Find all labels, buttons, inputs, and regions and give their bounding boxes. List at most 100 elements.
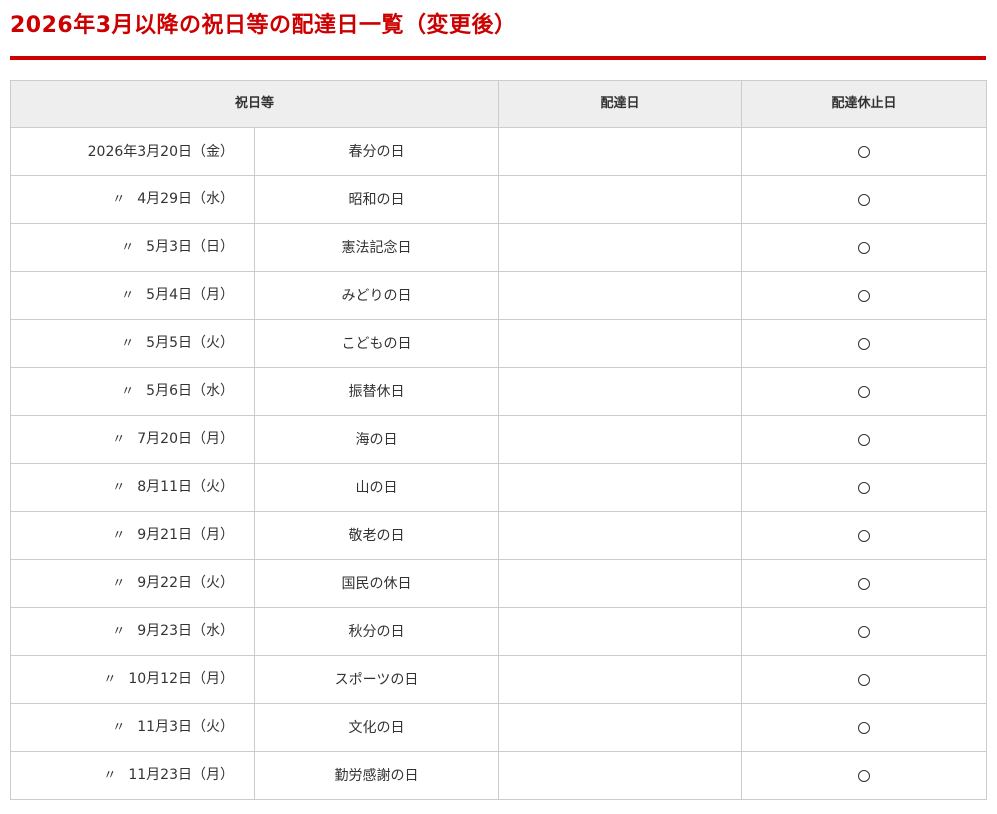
delivery-day-cell [498, 751, 743, 800]
circle-mark-icon [858, 433, 871, 446]
holiday-name: 春分の日 [253, 127, 500, 176]
holiday-name: 勤労感謝の日 [253, 751, 500, 800]
ditto-mark: 〃 [121, 240, 135, 255]
table-row: 〃 8月11日（火） 山の日 [10, 463, 988, 512]
holiday-date: 8月11日（火） [137, 479, 234, 495]
holiday-date: 9月21日（月） [137, 527, 234, 543]
table-row: 〃 5月3日（日） 憲法記念日 [10, 223, 988, 272]
header-suspension-day: 配達休止日 [741, 80, 988, 128]
header-holiday: 祝日等 [9, 80, 500, 128]
holiday-name: 山の日 [253, 463, 500, 512]
header-delivery-day: 配達日 [498, 80, 743, 128]
table-row: 〃 5月6日（水） 振替休日 [10, 367, 988, 416]
holiday-date-cell: 〃 11月23日（月） [10, 751, 255, 800]
table-row: 〃 9月22日（火） 国民の休日 [10, 559, 988, 608]
table-row: 2026年3月20日（金） 春分の日 [10, 127, 988, 176]
circle-mark-icon [858, 481, 871, 494]
holiday-name: 敬老の日 [253, 511, 500, 560]
holiday-date-cell: 〃 9月21日（月） [10, 511, 255, 560]
holiday-date: 5月6日（水） [146, 383, 234, 399]
holiday-date-cell: 〃 5月4日（月） [10, 271, 255, 320]
table-row: 〃 5月5日（火） こどもの日 [10, 319, 988, 368]
holiday-name: みどりの日 [253, 271, 500, 320]
circle-mark-icon [858, 769, 871, 782]
suspension-day-cell [741, 607, 988, 656]
holiday-date-cell: 〃 11月3日（火） [10, 703, 255, 752]
circle-mark-icon [858, 385, 871, 398]
suspension-day-cell [741, 127, 988, 176]
table-row: 〃 5月4日（月） みどりの日 [10, 271, 988, 320]
suspension-day-cell [741, 511, 988, 560]
holiday-date: 11月23日（月） [128, 767, 234, 783]
page: 2026年3月以降の祝日等の配達日一覧（変更後） 祝日等 配達日 配達休止日 2… [0, 0, 997, 814]
table-row: 〃 9月21日（月） 敬老の日 [10, 511, 988, 560]
delivery-day-cell [498, 559, 743, 608]
holiday-date-cell: 〃 5月6日（水） [10, 367, 255, 416]
delivery-day-cell [498, 703, 743, 752]
holiday-name: 憲法記念日 [253, 223, 500, 272]
ditto-mark: 〃 [121, 336, 135, 351]
suspension-day-cell [741, 415, 988, 464]
holiday-date: 4月29日（水） [137, 191, 234, 207]
holiday-date-cell: 〃 8月11日（火） [10, 463, 255, 512]
holiday-date: 7月20日（月） [137, 431, 234, 447]
delivery-day-cell [498, 175, 743, 224]
circle-mark-icon [858, 193, 871, 206]
table-row: 〃 7月20日（月） 海の日 [10, 415, 988, 464]
table-body: 2026年3月20日（金） 春分の日〃 4月29日（水） 昭和の日〃 5月3日（日） 憲法… [10, 127, 988, 800]
holiday-date-cell: 〃 10月12日（月） [10, 655, 255, 704]
holiday-date: 5月5日（火） [146, 335, 234, 351]
circle-mark-icon [858, 289, 871, 302]
ditto-mark: 〃 [112, 576, 126, 591]
ditto-mark: 〃 [112, 480, 126, 495]
holiday-name: 秋分の日 [253, 607, 500, 656]
ditto-mark: 〃 [103, 768, 117, 783]
ditto-mark: 〃 [112, 720, 126, 735]
table-row: 〃 10月12日（月） スポーツの日 [10, 655, 988, 704]
holiday-date-cell: 〃 5月3日（日） [10, 223, 255, 272]
delivery-day-cell [498, 511, 743, 560]
suspension-day-cell [741, 751, 988, 800]
ditto-mark: 〃 [112, 528, 126, 543]
delivery-day-cell [498, 223, 743, 272]
holiday-date: 5月4日（月） [146, 287, 234, 303]
delivery-day-cell [498, 607, 743, 656]
page-title: 2026年3月以降の祝日等の配達日一覧（変更後） [10, 13, 517, 38]
table-row: 〃 9月23日（水） 秋分の日 [10, 607, 988, 656]
ditto-mark: 〃 [112, 624, 126, 639]
holiday-date-cell: 〃 9月23日（水） [10, 607, 255, 656]
holiday-date: 11月3日（火） [137, 719, 234, 735]
table-row: 〃 11月23日（月） 勤労感謝の日 [10, 751, 988, 800]
holiday-name: 昭和の日 [253, 175, 500, 224]
table-row: 〃 11月3日（火） 文化の日 [10, 703, 988, 752]
holiday-name: 海の日 [253, 415, 500, 464]
holiday-name: こどもの日 [253, 319, 500, 368]
circle-mark-icon [858, 529, 871, 542]
circle-mark-icon [858, 673, 871, 686]
holiday-name: 文化の日 [253, 703, 500, 752]
holiday-date: 9月22日（火） [137, 575, 234, 591]
suspension-day-cell [741, 463, 988, 512]
suspension-day-cell [741, 175, 988, 224]
suspension-day-cell [741, 703, 988, 752]
holiday-date-cell: 〃 4月29日（水） [10, 175, 255, 224]
circle-mark-icon [858, 625, 871, 638]
ditto-mark: 〃 [112, 432, 126, 447]
holiday-name: 振替休日 [253, 367, 500, 416]
delivery-day-cell [498, 463, 743, 512]
holiday-delivery-table: 祝日等 配達日 配達休止日 2026年3月20日（金） 春分の日〃 4月29日（水）… [9, 80, 988, 800]
holiday-name: スポーツの日 [253, 655, 500, 704]
suspension-day-cell [741, 271, 988, 320]
delivery-day-cell [498, 271, 743, 320]
holiday-date: 10月12日（月） [128, 671, 234, 687]
circle-mark-icon [858, 241, 871, 254]
circle-mark-icon [858, 721, 871, 734]
table-header-row: 祝日等 配達日 配達休止日 [9, 80, 988, 128]
ditto-mark: 〃 [121, 288, 135, 303]
ditto-mark: 〃 [112, 192, 126, 207]
holiday-date: 2026年3月20日（金） [87, 143, 234, 160]
holiday-name: 国民の休日 [253, 559, 500, 608]
holiday-date-cell: 2026年3月20日（金） [10, 127, 255, 176]
holiday-date-cell: 〃 5月5日（火） [10, 319, 255, 368]
suspension-day-cell [741, 223, 988, 272]
